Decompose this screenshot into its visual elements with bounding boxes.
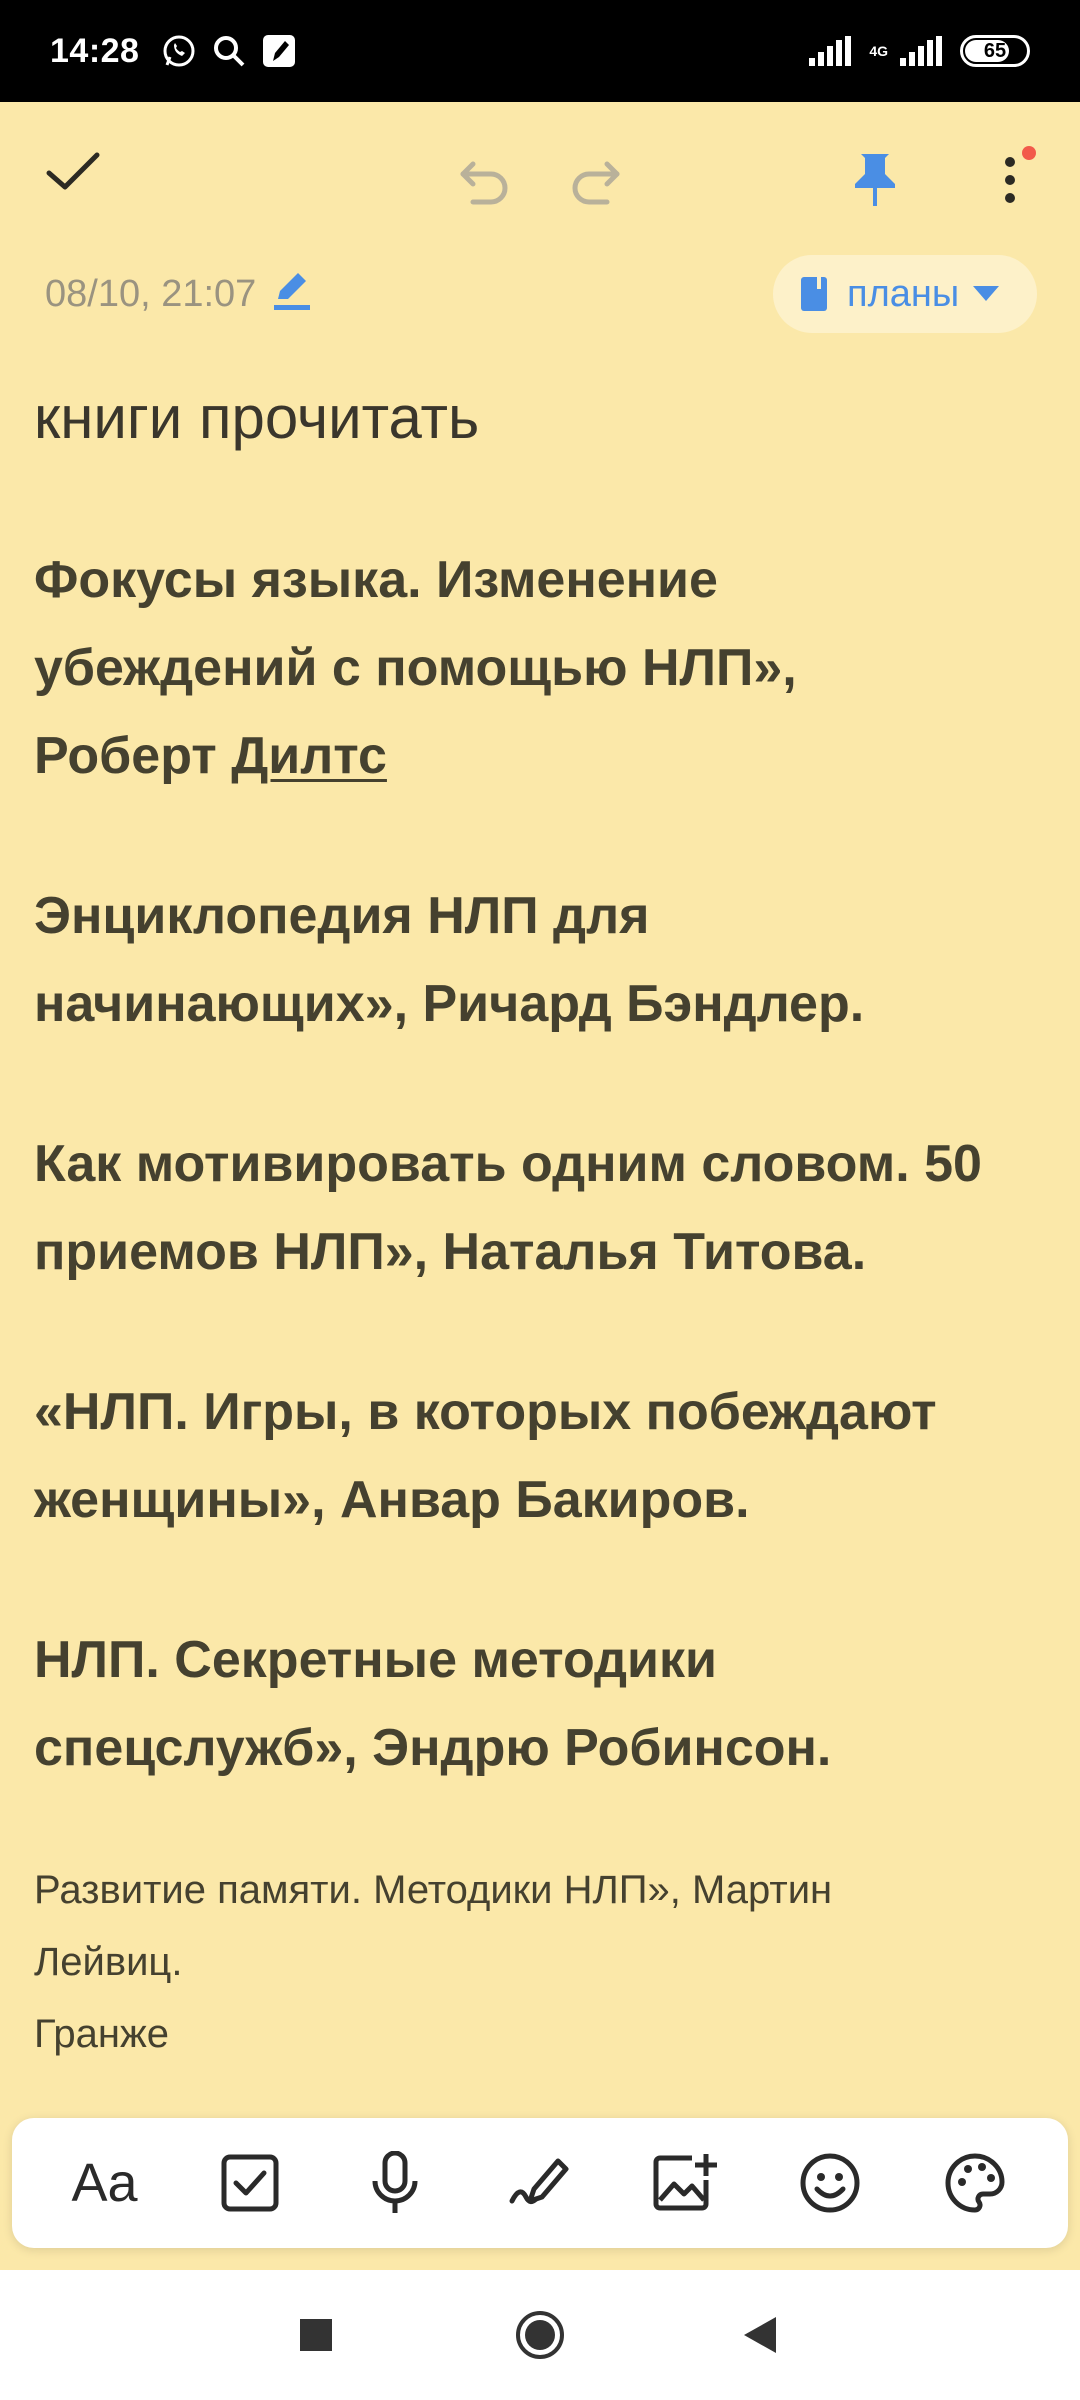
- note-editor[interactable]: книги прочитать Фокусы языка. Изменение …: [34, 370, 1044, 2070]
- checklist-button[interactable]: [200, 2133, 300, 2233]
- home-circle-icon: [516, 2311, 564, 2359]
- format-toolbar: Aa: [12, 2118, 1068, 2248]
- note-entry-small[interactable]: Развитие памяти. Методики НЛП», Мартин Л…: [34, 1854, 1044, 2070]
- whatsapp-icon: [161, 33, 197, 69]
- note-date: 08/10, 21:07: [45, 273, 257, 315]
- entry-line: спецслужб», Эндрю Робинсон.: [34, 1719, 832, 1777]
- battery-level: 65: [983, 39, 1007, 62]
- spellcheck-underlined-word: Дилтс: [231, 727, 387, 785]
- notebook-icon: [801, 277, 827, 311]
- text-format-icon: Aa: [71, 2153, 138, 2213]
- pin-icon: [855, 154, 895, 206]
- edit-date-button[interactable]: [272, 269, 318, 315]
- microphone-icon: [372, 2151, 418, 2213]
- status-bar: 14:28 4G 65: [0, 0, 1080, 102]
- entry-line: убеждений с помощью НЛП»,: [34, 639, 797, 697]
- entry-line: приемов НЛП», Наталья Титова.: [34, 1223, 867, 1281]
- entry-line: Энциклопедия НЛП для: [34, 887, 650, 945]
- pencil-icon: [274, 273, 310, 310]
- redo-button[interactable]: [555, 140, 635, 220]
- entry-line: начинающих», Ричард Бэндлер.: [34, 975, 865, 1033]
- checkbox-icon: [221, 2154, 279, 2212]
- network-type: 4G: [869, 43, 888, 59]
- text-format-button[interactable]: Aa: [55, 2133, 155, 2233]
- pin-button[interactable]: [835, 140, 915, 220]
- check-icon: [46, 152, 100, 190]
- emoji-icon: [800, 2153, 860, 2213]
- note-entry[interactable]: Энциклопедия НЛП для начинающих», Ричард…: [34, 872, 1044, 1048]
- draw-button[interactable]: [490, 2133, 590, 2233]
- undo-button[interactable]: [445, 140, 525, 220]
- status-right-icons: 4G 65: [809, 35, 1030, 67]
- notification-dot: [1022, 146, 1036, 160]
- home-button[interactable]: [510, 2305, 570, 2365]
- recents-square-icon: [300, 2319, 332, 2351]
- signal-icon: [809, 36, 852, 66]
- note-entry[interactable]: Фокусы языка. Изменение убеждений с помо…: [34, 536, 1044, 800]
- note-title[interactable]: книги прочитать: [34, 370, 1044, 466]
- emoji-button[interactable]: [780, 2133, 880, 2233]
- entry-line: Фокусы языка. Изменение: [34, 551, 718, 609]
- add-image-button[interactable]: [635, 2133, 735, 2233]
- entry-line: «НЛП. Игры, в которых побеждают: [34, 1383, 937, 1441]
- recents-button[interactable]: [286, 2305, 346, 2365]
- voice-record-button[interactable]: [345, 2133, 445, 2233]
- done-button[interactable]: [30, 132, 116, 212]
- entry-line: Роберт: [34, 727, 232, 785]
- status-time: 14:28: [50, 31, 140, 70]
- battery-icon: 65: [960, 35, 1030, 67]
- note-toolbar: [0, 102, 1080, 242]
- note-meta: 08/10, 21:07 планы: [0, 255, 1080, 335]
- dropdown-arrow-icon: [973, 286, 1000, 301]
- draw-icon: [509, 2158, 569, 2205]
- signal-4g-icon: [900, 36, 942, 66]
- entry-line: женщины», Анвар Бакиров.: [34, 1471, 750, 1529]
- undo-icon: [460, 161, 508, 205]
- entry-line: Лейвиц.: [34, 1940, 183, 1984]
- notes-app-icon: [261, 33, 297, 69]
- add-image-icon: [653, 2154, 718, 2211]
- status-left-icons: [161, 33, 297, 69]
- system-nav-bar: [0, 2270, 1080, 2400]
- color-palette-button[interactable]: [925, 2133, 1025, 2233]
- folder-name: планы: [847, 272, 960, 315]
- entry-line: Развитие памяти. Методики НЛП», Мартин: [34, 1868, 833, 1912]
- entry-line: Гранже: [34, 2012, 169, 2056]
- more-vert-icon: [1005, 157, 1015, 203]
- back-button[interactable]: [730, 2305, 790, 2365]
- note-entry[interactable]: Как мотивировать одним словом. 50 приемо…: [34, 1120, 1044, 1296]
- entry-line: НЛП. Секретные методики: [34, 1631, 717, 1689]
- redo-icon: [572, 161, 620, 205]
- folder-selector[interactable]: планы: [773, 255, 1037, 333]
- palette-icon: [945, 2153, 1005, 2213]
- entry-line: Как мотивировать одним словом. 50: [34, 1135, 982, 1193]
- back-triangle-icon: [744, 2317, 776, 2353]
- note-entry[interactable]: «НЛП. Игры, в которых побеждают женщины»…: [34, 1368, 1044, 1544]
- note-entry[interactable]: НЛП. Секретные методики спецслужб», Эндр…: [34, 1616, 1044, 1792]
- search-icon: [211, 33, 247, 69]
